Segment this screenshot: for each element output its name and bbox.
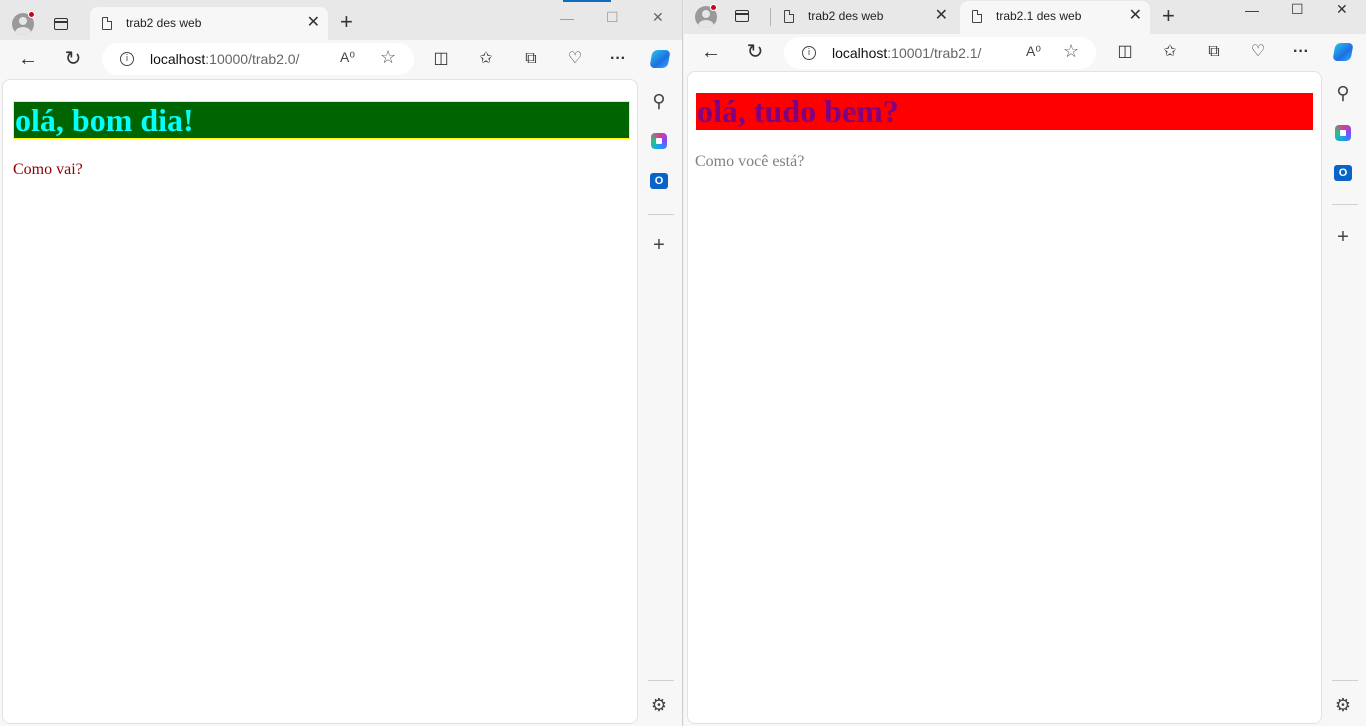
new-tab-button[interactable]: + (1162, 5, 1175, 27)
tab-separator (770, 8, 771, 26)
page-heading: olá, tudo bem? (696, 93, 1313, 130)
tab-title: trab2 des web (126, 16, 202, 30)
page-paragraph: Como vai? (13, 161, 83, 178)
site-info-icon[interactable]: i (802, 46, 816, 60)
tab-title: trab2.1 des web (996, 9, 1082, 23)
url-path: :10000/trab2.0/ (205, 51, 300, 67)
minimize-button[interactable]: — (1245, 3, 1259, 17)
close-tab-icon[interactable]: ✕ (1129, 8, 1142, 24)
site-info-icon[interactable]: i (120, 52, 134, 66)
read-aloud-icon[interactable]: A⁰ (1026, 43, 1041, 60)
notification-dot (710, 4, 717, 11)
browser-window-right: trab2 des web ✕ trab2.1 des web ✕ + — ☐ … (684, 0, 1366, 726)
favorites-icon[interactable]: ✩ (474, 47, 498, 71)
title-bar: trab2 des web ✕ + — ☐ ✕ (0, 0, 682, 40)
favorite-star-icon[interactable]: ☆ (1063, 41, 1079, 62)
new-tab-button[interactable]: + (340, 11, 353, 33)
close-window-button[interactable]: ✕ (652, 10, 664, 24)
microsoft365-icon[interactable] (648, 130, 670, 152)
url-path: :10001/trab2.1/ (887, 45, 982, 61)
add-icon[interactable]: + (648, 234, 670, 256)
notification-dot (28, 11, 35, 18)
split-screen-icon[interactable]: ◫ (1113, 40, 1137, 64)
favorites-icon[interactable]: ✩ (1158, 40, 1182, 64)
collections-icon[interactable]: ⧉ (1202, 40, 1226, 64)
page-icon (102, 17, 112, 30)
tab-trab2[interactable]: trab2 des web ✕ (90, 7, 328, 40)
tab-actions-icon[interactable] (735, 10, 749, 22)
url-host: localhost (150, 51, 206, 67)
copilot-icon[interactable] (1331, 40, 1355, 64)
sidebar-divider (1332, 204, 1358, 205)
refresh-icon[interactable]: ↻ (61, 47, 85, 71)
browser-essentials-icon[interactable]: ♡ (1246, 40, 1270, 64)
outlook-icon[interactable]: O (1332, 162, 1354, 184)
split-screen-icon[interactable]: ◫ (429, 47, 453, 71)
outlook-icon[interactable]: O (648, 170, 670, 192)
maximize-button[interactable]: ☐ (1291, 2, 1304, 16)
refresh-icon[interactable]: ↻ (743, 40, 767, 64)
page-icon (972, 10, 982, 23)
accent-line (563, 0, 611, 2)
sidebar-divider (1332, 680, 1358, 681)
browser-essentials-icon[interactable]: ♡ (563, 47, 587, 71)
back-arrow-icon[interactable]: ← (16, 47, 40, 71)
address-bar[interactable]: i localhost:10001/trab2.1/ A⁰ ☆ (784, 37, 1096, 69)
url-text[interactable]: localhost:10001/trab2.1/ (832, 45, 981, 61)
page-viewport: olá, bom dia! Como vai? (2, 79, 638, 724)
page-paragraph: Como você está? (695, 153, 805, 170)
tab-actions-icon[interactable] (54, 18, 68, 30)
more-options-icon[interactable]: ··· (606, 47, 630, 71)
add-icon[interactable]: + (1332, 226, 1354, 248)
sidebar-divider (648, 214, 674, 215)
page-icon (784, 10, 794, 23)
settings-icon[interactable]: ⚙ (648, 694, 670, 716)
tab-trab2[interactable]: trab2 des web ✕ (772, 1, 956, 34)
settings-icon[interactable]: ⚙ (1332, 694, 1354, 716)
close-tab-icon[interactable]: ✕ (307, 15, 320, 31)
search-icon[interactable]: ⚲ (1332, 82, 1354, 104)
navigation-toolbar: ← ↻ i localhost:10001/trab2.1/ A⁰ ☆ ◫ ✩ … (684, 34, 1366, 72)
collections-icon[interactable]: ⧉ (519, 47, 543, 71)
close-tab-icon[interactable]: ✕ (935, 8, 948, 24)
edge-sidebar: ⚲ O + ⚙ (638, 79, 682, 726)
back-arrow-icon[interactable]: ← (699, 40, 723, 64)
microsoft365-icon[interactable] (1332, 122, 1354, 144)
copilot-icon[interactable] (648, 47, 672, 71)
page-viewport: olá, tudo bem? Como você está? (687, 71, 1322, 724)
url-host: localhost (832, 45, 888, 61)
edge-sidebar: ⚲ O + ⚙ (1322, 71, 1366, 726)
tab-trab2-1[interactable]: trab2.1 des web ✕ (960, 1, 1150, 34)
favorite-star-icon[interactable]: ☆ (380, 47, 396, 68)
read-aloud-icon[interactable]: A⁰ (340, 49, 355, 66)
title-bar: trab2 des web ✕ trab2.1 des web ✕ + — ☐ … (684, 0, 1366, 34)
url-text[interactable]: localhost:10000/trab2.0/ (150, 51, 299, 67)
minimize-button[interactable]: — (560, 11, 574, 25)
search-icon[interactable]: ⚲ (648, 90, 670, 112)
more-options-icon[interactable]: ··· (1289, 40, 1313, 64)
tab-title: trab2 des web (808, 9, 884, 23)
address-bar[interactable]: i localhost:10000/trab2.0/ A⁰ ☆ (102, 43, 414, 75)
page-heading: olá, bom dia! (13, 101, 630, 139)
browser-window-left: trab2 des web ✕ + — ☐ ✕ ← ↻ i localhost:… (0, 0, 683, 726)
close-window-button[interactable]: ✕ (1336, 2, 1348, 16)
maximize-button[interactable]: ☐ (606, 10, 619, 24)
navigation-toolbar: ← ↻ i localhost:10000/trab2.0/ A⁰ ☆ ◫ ✩ … (0, 40, 682, 78)
sidebar-divider (648, 680, 674, 681)
